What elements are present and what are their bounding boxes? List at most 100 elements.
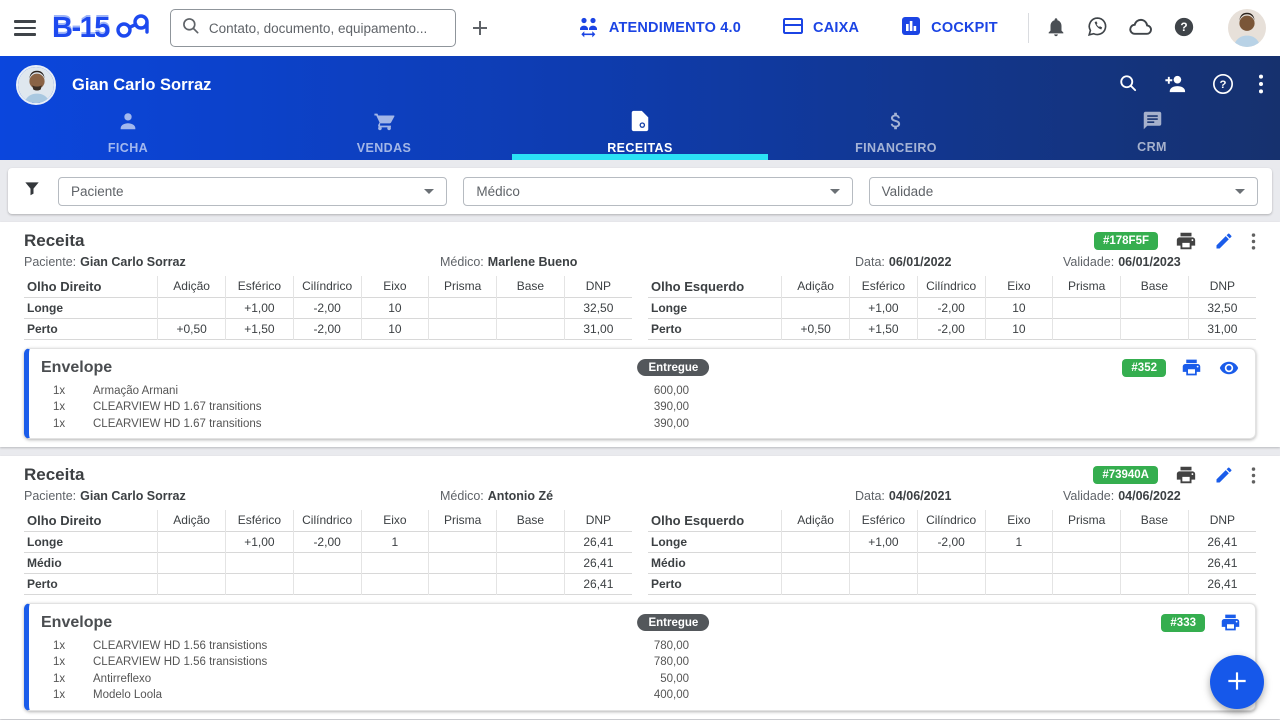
print-icon[interactable] [1181,357,1202,378]
cloud-icon[interactable] [1128,16,1154,41]
filter-label: Médico [476,184,520,199]
filter-paciente[interactable]: Paciente [58,177,447,206]
nav-cockpit[interactable]: COCKPIT [899,14,998,42]
filter-bar: Paciente Médico Validade [8,168,1272,214]
meta-validade: Validade:04/06/2022 [1063,489,1256,503]
item-price: 390,00 [569,401,689,413]
receitas-list: Receita #178F5F Paciente:Gian Carlo Sorr… [0,222,1280,719]
add-fab[interactable] [1210,655,1264,709]
user-avatar[interactable] [1228,9,1266,47]
eye-row-label: Perto [648,318,782,339]
print-icon[interactable] [1175,230,1197,252]
receita-meta: Paciente:Gian Carlo Sorraz Médico:Antoni… [24,489,1256,503]
help-icon[interactable]: ? [1173,16,1195,41]
customer-name: Gian Carlo Sorraz [72,76,211,95]
edit-icon[interactable] [1214,231,1234,251]
eye-value-cell: -2,00 [917,297,985,318]
filter-label: Validade [882,184,934,199]
column-header: Eixo [985,276,1053,297]
eye-value-cell [1053,573,1121,594]
nav-caixa[interactable]: CAIXA [781,14,859,42]
eye-row-label: Perto [648,573,782,594]
notifications-icon[interactable] [1045,16,1067,41]
eye-value-cell: +0,50 [782,318,850,339]
customer-avatar[interactable] [16,65,56,105]
eye-value-cell: -2,00 [293,318,361,339]
left-eye-table: Olho EsquerdoAdiçãoEsféricoCilíndricoEix… [648,510,1256,595]
prescription-icon [630,110,650,137]
eye-value-cell: 26,41 [564,552,632,573]
receita-id-badge: #73940A [1093,466,1158,484]
kebab-icon[interactable] [1251,466,1256,485]
eye-value-cell [1053,552,1121,573]
item-quantity: 1x [53,673,93,685]
tab-vendas[interactable]: VENDAS [256,104,512,160]
eye-table-title: Olho Direito [24,276,158,297]
item-quantity: 1x [53,418,93,430]
view-envelope-button[interactable] [1217,358,1241,378]
add-icon[interactable] [468,16,492,40]
eye-row-label: Longe [648,297,782,318]
column-header: Prisma [429,510,497,531]
person-icon [117,110,139,137]
receita-id-badge: #178F5F [1094,232,1158,250]
column-header: Cilíndrico [917,276,985,297]
eye-row-label: Longe [648,531,782,552]
eye-table-row: Perto26,41 [24,573,632,594]
edit-icon[interactable] [1214,465,1234,485]
search-icon [181,16,201,41]
eye-value-cell [497,318,565,339]
menu-icon[interactable] [14,20,36,36]
eye-value-cell [850,573,918,594]
eye-value-cell [1121,552,1189,573]
tab-financeiro[interactable]: FINANCEIRO [768,104,1024,160]
kebab-icon[interactable] [1258,73,1264,98]
status-badge: Entregue [637,614,709,631]
tab-label: RECEITAS [607,141,672,155]
eye-value-cell [429,552,497,573]
eye-value-cell [158,573,226,594]
kebab-icon[interactable] [1251,232,1256,251]
top-nav: ATENDIMENTO 4.0 CAIXA COCKPIT [576,14,998,42]
receita-card: Receita #178F5F Paciente:Gian Carlo Sorr… [0,222,1280,447]
column-header: Esférico [850,276,918,297]
eye-value-cell: 31,00 [564,318,632,339]
column-header: Eixo [361,510,429,531]
nav-atendimento[interactable]: ATENDIMENTO 4.0 [576,14,741,42]
eye-table-title: Olho Esquerdo [648,276,782,297]
tab-ficha[interactable]: FICHA [0,104,256,160]
eye-value-cell [158,531,226,552]
search-icon[interactable] [1118,73,1139,97]
column-header: Prisma [1053,276,1121,297]
eye-table-title: Olho Esquerdo [648,510,782,531]
filter-medico[interactable]: Médico [463,177,852,206]
chevron-down-icon [1235,189,1245,194]
eye-value-cell [497,531,565,552]
whatsapp-icon[interactable] [1086,15,1109,41]
eye-value-cell [782,573,850,594]
print-icon[interactable] [1220,612,1241,633]
help-icon[interactable]: ? [1212,73,1234,98]
tab-crm[interactable]: CRM [1024,104,1280,160]
meta-validade: Validade:06/01/2023 [1063,255,1256,269]
eye-value-cell [1053,297,1121,318]
filter-validade[interactable]: Validade [869,177,1258,206]
eye-value-cell: -2,00 [917,531,985,552]
receita-card: Receita #73940A Paciente:Gian Carlo Sorr… [0,456,1280,719]
eye-value-cell [497,552,565,573]
search-input[interactable] [209,21,445,36]
person-add-icon[interactable] [1163,73,1188,97]
eye-value-cell [782,552,850,573]
tab-receitas[interactable]: RECEITAS [512,104,768,160]
eye-value-cell: +1,50 [226,318,294,339]
column-header: Adição [158,510,226,531]
eye-table-row: Longe+1,00-2,001032,50 [648,297,1256,318]
meta-data: Data:04/06/2021 [855,489,1063,503]
print-icon[interactable] [1175,464,1197,486]
eye-value-cell: +1,00 [226,531,294,552]
filter-icon [22,179,42,204]
people-arrows-icon [576,14,601,42]
item-price: 600,00 [569,385,689,397]
chat-icon [1142,110,1163,136]
column-header: Adição [158,276,226,297]
